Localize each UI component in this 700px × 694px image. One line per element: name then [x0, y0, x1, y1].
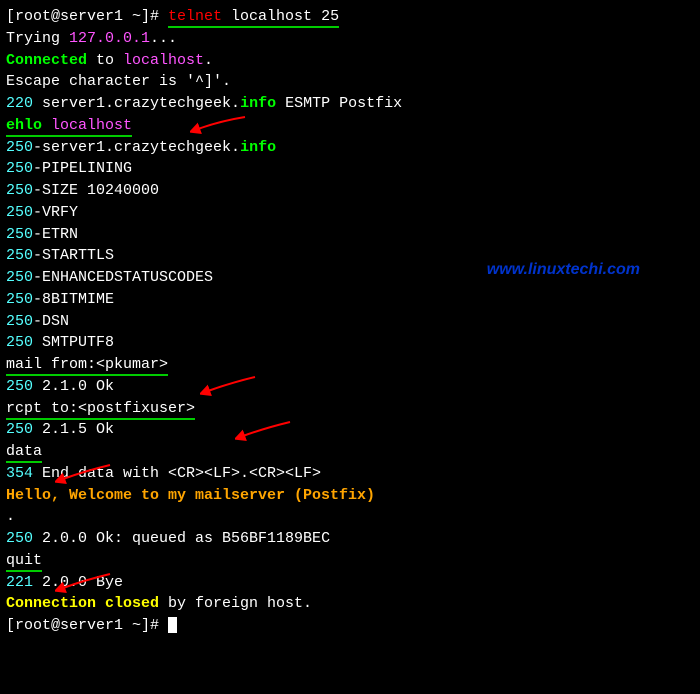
watermark: www.linuxtechi.com — [487, 258, 640, 281]
output-line: 354 End data with <CR><LF>.<CR><LF> — [6, 463, 694, 485]
output-line: 250-ETRN — [6, 224, 694, 246]
smtp-code: 250 — [6, 139, 33, 156]
output-line: 250-PIPELINING — [6, 158, 694, 180]
smtp-code: 220 — [6, 95, 33, 112]
smtp-code: 250 — [6, 291, 33, 308]
input-line: mail from:<pkumar> — [6, 354, 694, 376]
prompt-line: [root@server1 ~]# — [6, 615, 694, 637]
terminal-output[interactable]: [root@server1 ~]# telnet localhost 25 Tr… — [6, 6, 694, 637]
input-line: quit — [6, 550, 694, 572]
output-line: Connected to localhost. — [6, 50, 694, 72]
output-line: 250 SMTPUTF8 — [6, 332, 694, 354]
output-line: 250 2.0.0 Ok: queued as B56BF1189BEC — [6, 528, 694, 550]
input-line: data — [6, 441, 694, 463]
output-line: Trying 127.0.0.1... — [6, 28, 694, 50]
smtp-code: 250 — [6, 182, 33, 199]
smtp-code: 250 — [6, 313, 33, 330]
output-line: 250 2.1.5 Ok — [6, 419, 694, 441]
output-line: 250-server1.crazytechgeek.info — [6, 137, 694, 159]
prompt: [root@server1 ~]# — [6, 617, 168, 634]
output-line: 250-8BITMIME — [6, 289, 694, 311]
command-telnet: telnet — [168, 8, 222, 28]
output-line: Escape character is '^]'. — [6, 71, 694, 93]
smtp-code: 250 — [6, 334, 33, 351]
output-line: 250-VRFY — [6, 202, 694, 224]
output-line: 250-DSN — [6, 311, 694, 333]
input-line: rcpt to:<postfixuser> — [6, 398, 694, 420]
smtp-code: 354 — [6, 465, 33, 482]
output-line: 250 2.1.0 Ok — [6, 376, 694, 398]
prompt: [root@server1 ~]# — [6, 8, 168, 25]
output-line: 221 2.0.0 Bye — [6, 572, 694, 594]
smtp-code: 250 — [6, 530, 33, 547]
input-line: ehlo localhost — [6, 115, 694, 137]
command-args: localhost 25 — [222, 8, 339, 28]
smtp-code: 250 — [6, 378, 33, 395]
smtp-code: 250 — [6, 421, 33, 438]
output-line: . — [6, 506, 694, 528]
smtp-code: 250 — [6, 226, 33, 243]
prompt-line: [root@server1 ~]# telnet localhost 25 — [6, 6, 694, 28]
output-line: Hello, Welcome to my mailserver (Postfix… — [6, 485, 694, 507]
output-line: 250-SIZE 10240000 — [6, 180, 694, 202]
hostname: localhost — [123, 52, 204, 69]
output-line: Connection closed by foreign host. — [6, 593, 694, 615]
output-line: 220 server1.crazytechgeek.info ESMTP Pos… — [6, 93, 694, 115]
smtp-code: 250 — [6, 269, 33, 286]
smtp-code: 250 — [6, 160, 33, 177]
smtp-code: 250 — [6, 204, 33, 221]
smtp-code: 250 — [6, 247, 33, 264]
cursor — [168, 617, 177, 633]
ip-address: 127.0.0.1 — [69, 30, 150, 47]
smtp-code: 221 — [6, 574, 33, 591]
